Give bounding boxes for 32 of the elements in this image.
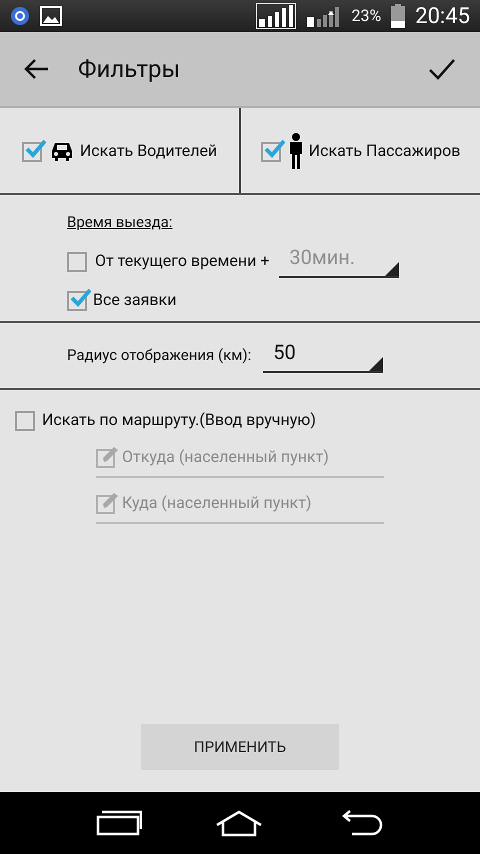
section-heading: Время выезда: (67, 212, 174, 233)
person-icon (288, 132, 303, 168)
option-label: Все заявки (93, 288, 176, 310)
battery-percent: 23% (352, 5, 382, 27)
input-field[interactable]: Откуда (населенный пункт) (122, 445, 384, 469)
pencil-icon (96, 445, 120, 469)
checkbox[interactable] (260, 140, 283, 162)
option-label: От текущего времени + (95, 250, 270, 272)
radius-label: Радиус отображения (км): (67, 345, 252, 366)
checkbox[interactable] (22, 140, 44, 162)
recent-apps-icon[interactable] (96, 810, 142, 836)
signal-icon (256, 3, 296, 29)
checkbox[interactable] (67, 250, 89, 272)
checkbox[interactable] (67, 288, 89, 310)
battery-icon (391, 4, 406, 28)
back-arrow-icon[interactable] (24, 58, 50, 80)
clock: 20:45 (415, 2, 470, 30)
search-type-label: Искать Водителей (80, 140, 218, 162)
pencil-icon (96, 491, 120, 515)
screen-title: Фильтры (78, 54, 182, 85)
checkmark-icon[interactable] (428, 58, 456, 80)
checkbox[interactable] (15, 409, 37, 431)
dropdown[interactable]: 50 (263, 338, 384, 372)
home-icon[interactable] (214, 809, 264, 837)
image-icon (40, 6, 62, 26)
search-type-label: Искать Пассажиров (308, 140, 460, 162)
dropdown-arrow-icon (369, 356, 384, 370)
route-label: Искать по маршруту.(Ввод вручную) (42, 409, 316, 431)
input-field[interactable]: Куда (населенный пункт) (122, 491, 384, 515)
app-icon (10, 6, 30, 26)
dropdown-arrow-icon (385, 262, 400, 276)
apply-button[interactable]: ПРИМЕНИТЬ (141, 724, 339, 770)
